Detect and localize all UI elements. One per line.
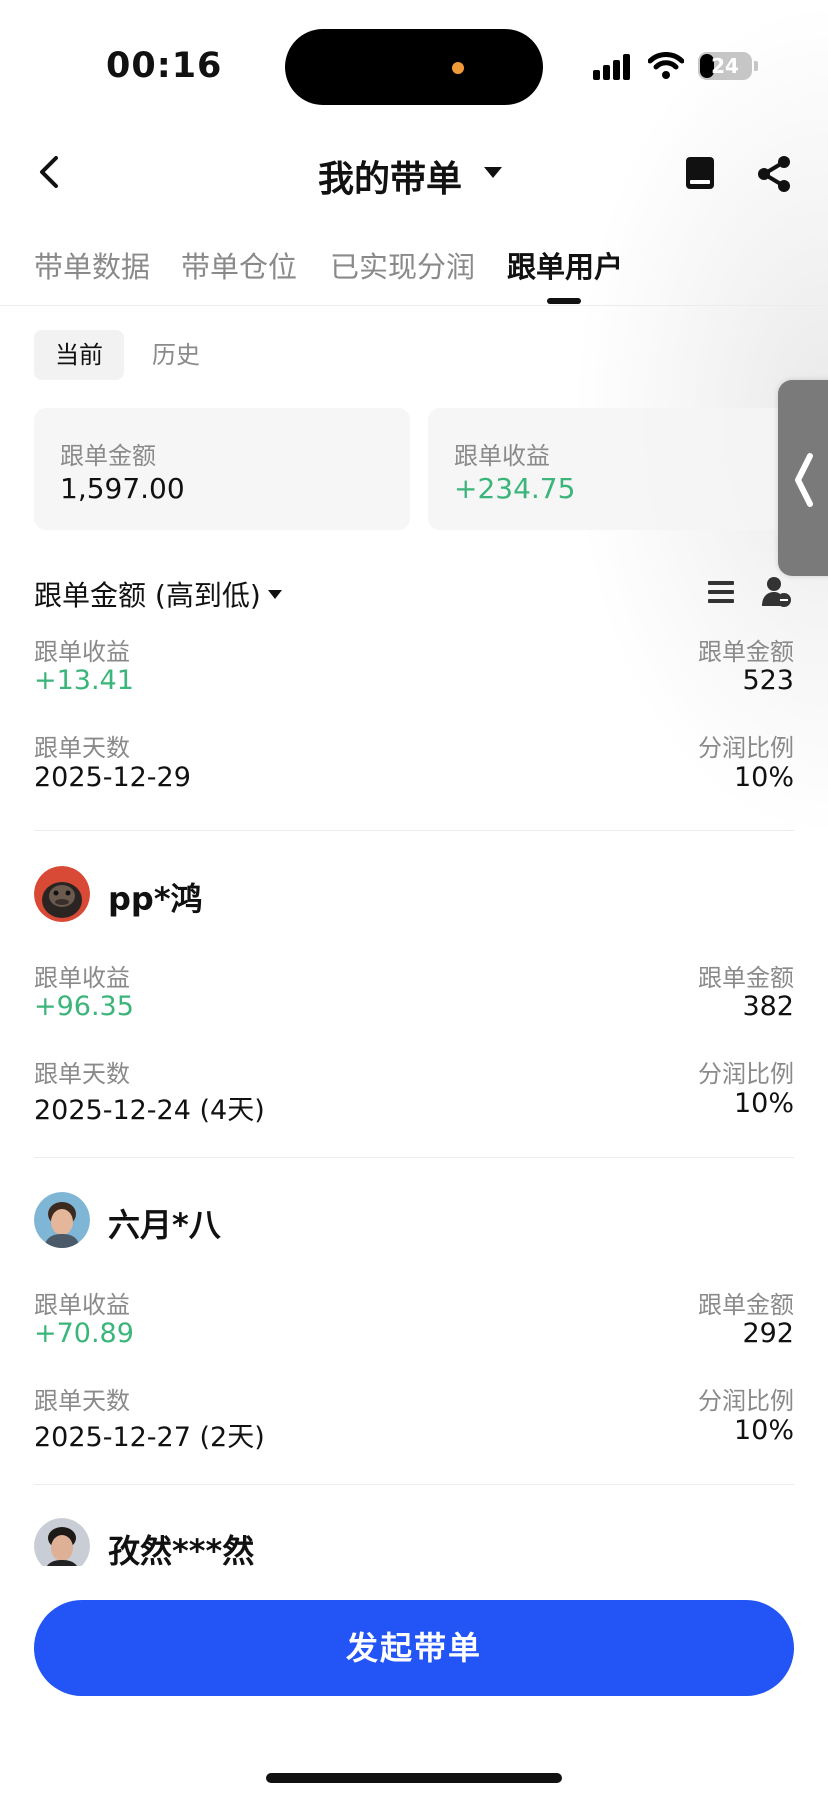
recording-dot xyxy=(452,62,464,74)
segment-current[interactable]: 当前 xyxy=(34,330,124,380)
record-divider xyxy=(34,1157,794,1158)
record-amount-value: 292 xyxy=(742,1318,794,1349)
wifi-icon xyxy=(648,52,684,79)
summary-profit-label: 跟单收益 xyxy=(454,442,550,470)
list-view-icon[interactable] xyxy=(708,580,734,604)
user-settings-icon[interactable] xyxy=(762,576,792,608)
active-tab-indicator xyxy=(547,298,581,304)
record-ratio-label: 分润比例 xyxy=(698,734,794,762)
record-ratio-value: 10% xyxy=(733,1088,794,1119)
record-profit-value: +96.35 xyxy=(34,991,134,1022)
record-profit-label: 跟单收益 xyxy=(34,964,130,992)
user-name[interactable]: pp*鸿 xyxy=(108,874,203,920)
record-profit-value: +13.41 xyxy=(34,665,134,696)
record-ratio-label: 分润比例 xyxy=(698,1060,794,1088)
tab-bar: 带单数据 带单仓位 已实现分润 跟单用户 xyxy=(0,242,828,306)
dynamic-island xyxy=(285,29,543,105)
page-title[interactable]: 我的带单 xyxy=(318,150,462,202)
battery-icon: 24 xyxy=(698,52,752,80)
record-days-label: 跟单天数 xyxy=(34,1060,130,1088)
battery-level: 24 xyxy=(711,54,739,78)
record-days-label: 跟单天数 xyxy=(34,1387,130,1415)
record-days-value: 2025-12-29 xyxy=(34,762,191,793)
summary-amount-label: 跟单金额 xyxy=(60,442,156,470)
cellular-signal-icon xyxy=(593,54,633,80)
summary-amount-card: 跟单金额 1,597.00 xyxy=(34,408,410,530)
record-days-label: 跟单天数 xyxy=(34,734,130,762)
summary-amount-value: 1,597.00 xyxy=(60,472,185,505)
record-divider xyxy=(34,830,794,831)
record-amount-label: 跟单金额 xyxy=(698,638,794,666)
tab-copy-data[interactable]: 带单数据 xyxy=(34,244,150,286)
record-profit-label: 跟单收益 xyxy=(34,638,130,666)
status-time: 00:16 xyxy=(106,46,223,86)
avatar[interactable] xyxy=(34,1192,90,1248)
segment-history[interactable]: 历史 xyxy=(152,330,200,380)
avatar[interactable] xyxy=(34,866,90,922)
record-days-value: 2025-12-27 (2天) xyxy=(34,1422,265,1453)
list-clip xyxy=(0,1566,828,1600)
summary-profit-value: +234.75 xyxy=(454,472,576,505)
record-amount-value: 523 xyxy=(742,665,794,696)
page: 00:16 24 我的带单 带单数据 带单仓位 已实现分润 跟单用户 当前 历史… xyxy=(0,0,828,1801)
status-bar: 00:16 24 xyxy=(0,0,828,120)
title-dropdown-icon[interactable] xyxy=(484,167,502,178)
start-copy-trading-button[interactable]: 发起带单 xyxy=(34,1600,794,1696)
tab-copy-users[interactable]: 跟单用户 xyxy=(507,244,623,286)
tab-copy-positions[interactable]: 带单仓位 xyxy=(181,244,297,286)
record-profit-value: +70.89 xyxy=(34,1318,134,1349)
chevron-left-icon xyxy=(795,453,813,507)
record-amount-value: 382 xyxy=(742,991,794,1022)
record-ratio-label: 分润比例 xyxy=(698,1387,794,1415)
user-name[interactable]: 六月*八 xyxy=(108,1200,221,1246)
record-divider xyxy=(34,1484,794,1485)
record-amount-label: 跟单金额 xyxy=(698,1291,794,1319)
battery-tip xyxy=(754,61,758,71)
book-icon[interactable] xyxy=(684,155,716,191)
sort-dropdown[interactable]: 跟单金额 (高到低) xyxy=(34,574,261,614)
record-amount-label: 跟单金额 xyxy=(698,964,794,992)
summary-profit-card: 跟单收益 +234.75 xyxy=(428,408,804,530)
record-ratio-value: 10% xyxy=(733,1415,794,1446)
sort-caret-icon[interactable] xyxy=(268,590,282,599)
record-days-value: 2025-12-24 (4天) xyxy=(34,1095,265,1126)
home-indicator xyxy=(266,1773,562,1783)
record-ratio-value: 10% xyxy=(733,762,794,793)
record-profit-label: 跟单收益 xyxy=(34,1291,130,1319)
back-icon[interactable] xyxy=(30,150,70,194)
share-icon[interactable] xyxy=(756,155,792,193)
side-panel-handle[interactable] xyxy=(778,380,828,576)
tab-realized-profit-share[interactable]: 已实现分润 xyxy=(330,244,475,286)
